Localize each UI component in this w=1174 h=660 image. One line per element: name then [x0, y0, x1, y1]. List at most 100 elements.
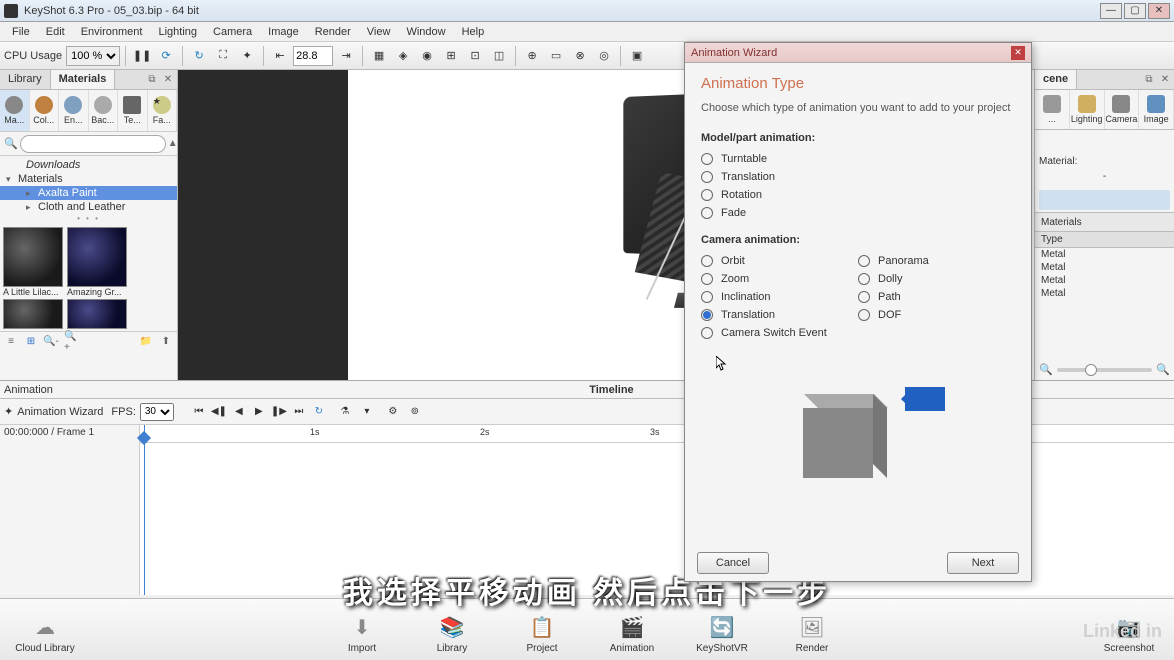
- cancel-button[interactable]: Cancel: [697, 552, 769, 574]
- tree-more[interactable]: • • •: [0, 214, 177, 223]
- menu-image[interactable]: Image: [260, 24, 307, 40]
- radio-dolly[interactable]: Dolly: [858, 270, 1015, 288]
- radio-turntable[interactable]: Turntable: [701, 150, 1015, 168]
- cat-environments[interactable]: En...: [59, 90, 89, 131]
- goto-start-icon[interactable]: ⏮: [190, 403, 208, 421]
- refresh-icon[interactable]: ⟳: [155, 45, 177, 67]
- tool-icon-3[interactable]: ◉: [416, 45, 438, 67]
- thumb-1[interactable]: A Little Lilac...: [2, 227, 64, 297]
- col-type[interactable]: Type: [1035, 232, 1174, 248]
- scene-close-icon[interactable]: ✕: [1158, 72, 1172, 86]
- cat-textures[interactable]: Te...: [118, 90, 148, 131]
- rtab-material[interactable]: ...: [1035, 90, 1070, 129]
- frame-input[interactable]: [293, 46, 333, 66]
- tool-icon-9[interactable]: ⊗: [569, 45, 591, 67]
- zoom-in-icon[interactable]: 🔍+: [64, 335, 78, 349]
- cat-favorites[interactable]: ★Fa...: [148, 90, 178, 131]
- tab-materials[interactable]: Materials: [51, 70, 116, 89]
- tool-icon-5[interactable]: ⊡: [464, 45, 486, 67]
- tree-axalta[interactable]: ▸Axalta Paint: [0, 186, 177, 200]
- fps-select[interactable]: 30: [140, 403, 174, 421]
- menu-window[interactable]: Window: [398, 24, 453, 40]
- step-back-icon[interactable]: ◀❚: [210, 403, 228, 421]
- scene-undock-icon[interactable]: ⧉: [1142, 72, 1156, 86]
- tumble-icon[interactable]: ✦: [236, 45, 258, 67]
- rtab-camera[interactable]: Camera: [1105, 90, 1140, 129]
- zoom-out-icon[interactable]: 🔍-: [44, 335, 58, 349]
- thumb-2[interactable]: Amazing Gr...: [66, 227, 128, 297]
- menu-environment[interactable]: Environment: [73, 24, 151, 40]
- panel-close-icon[interactable]: ✕: [161, 72, 175, 86]
- radio-orbit[interactable]: Orbit: [701, 252, 858, 270]
- minimize-button[interactable]: —: [1100, 3, 1122, 19]
- pause-icon[interactable]: ❚❚: [131, 45, 153, 67]
- animation-button[interactable]: 🎬Animation: [587, 613, 677, 660]
- loop-icon[interactable]: ↻: [310, 403, 328, 421]
- view-list-icon[interactable]: ≡: [4, 335, 18, 349]
- table-row[interactable]: Metal: [1035, 261, 1174, 274]
- dropdown-icon[interactable]: ▾: [358, 403, 376, 421]
- view-grid-icon[interactable]: ⊞: [24, 335, 38, 349]
- tool-icon-4[interactable]: ⊞: [440, 45, 462, 67]
- keyshotvr-button[interactable]: 🔄KeyShotVR: [677, 613, 767, 660]
- menu-camera[interactable]: Camera: [205, 24, 260, 40]
- next-button[interactable]: Next: [947, 552, 1019, 574]
- sub-materials[interactable]: Materials: [1035, 212, 1174, 232]
- search-input[interactable]: [20, 135, 166, 153]
- play-back-icon[interactable]: ◀: [230, 403, 248, 421]
- menu-render[interactable]: Render: [307, 24, 359, 40]
- radio-inclination[interactable]: Inclination: [701, 288, 858, 306]
- radio-dof[interactable]: DOF: [858, 306, 1015, 324]
- filter-anim-icon[interactable]: ⚗: [336, 403, 354, 421]
- tree-downloads[interactable]: Downloads: [0, 158, 177, 172]
- next-frame-icon[interactable]: ⇥: [335, 45, 357, 67]
- radio-camera-switch[interactable]: Camera Switch Event: [701, 324, 858, 342]
- preview-icon[interactable]: ⊚: [406, 403, 424, 421]
- rtab-image[interactable]: Image: [1139, 90, 1174, 129]
- import-button[interactable]: ⬇Import: [317, 613, 407, 660]
- cat-materials[interactable]: Ma...: [0, 90, 30, 131]
- tool-icon-7[interactable]: ⊕: [521, 45, 543, 67]
- playhead[interactable]: [144, 425, 145, 595]
- library-button[interactable]: 📚Library: [407, 613, 497, 660]
- radio-zoom[interactable]: Zoom: [701, 270, 858, 288]
- tool-icon-6[interactable]: ◫: [488, 45, 510, 67]
- tool-icon-10[interactable]: ◎: [593, 45, 615, 67]
- table-row[interactable]: Metal: [1035, 248, 1174, 261]
- cat-colors[interactable]: Col...: [30, 90, 60, 131]
- project-button[interactable]: 📋Project: [497, 613, 587, 660]
- tool-icon-2[interactable]: ◈: [392, 45, 414, 67]
- upload-icon[interactable]: ⬆: [159, 335, 173, 349]
- radio-translation-camera[interactable]: Translation: [701, 306, 858, 324]
- cat-backplates[interactable]: Bac...: [89, 90, 119, 131]
- zoom-slider[interactable]: [1057, 368, 1153, 372]
- thumb-3[interactable]: [2, 299, 64, 329]
- animation-wizard-button[interactable]: ✦ Animation Wizard: [4, 405, 103, 418]
- sort-asc-icon[interactable]: ▲: [168, 136, 178, 152]
- folder-icon[interactable]: 📁: [139, 335, 153, 349]
- tool-icon-11[interactable]: ▣: [626, 45, 648, 67]
- menu-file[interactable]: File: [4, 24, 38, 40]
- render-button[interactable]: 🖼Render: [767, 613, 857, 660]
- tree-materials[interactable]: ▾Materials: [0, 172, 177, 186]
- menu-help[interactable]: Help: [454, 24, 493, 40]
- cpu-usage-select[interactable]: 100 %: [66, 46, 120, 66]
- dialog-close-icon[interactable]: ✕: [1011, 46, 1025, 60]
- table-row[interactable]: Metal: [1035, 287, 1174, 300]
- play-icon[interactable]: ▶: [250, 403, 268, 421]
- radio-path[interactable]: Path: [858, 288, 1015, 306]
- reload-icon[interactable]: ↻: [188, 45, 210, 67]
- cloud-library-button[interactable]: ☁ Cloud Library: [0, 613, 90, 660]
- undock-icon[interactable]: ⧉: [145, 72, 159, 86]
- radio-panorama[interactable]: Panorama: [858, 252, 1015, 270]
- tab-scene[interactable]: cene: [1035, 70, 1077, 89]
- tool-icon-1[interactable]: ▦: [368, 45, 390, 67]
- thumb-4[interactable]: [66, 299, 128, 329]
- menu-edit[interactable]: Edit: [38, 24, 73, 40]
- tab-library[interactable]: Library: [0, 70, 51, 89]
- rtab-lighting[interactable]: Lighting: [1070, 90, 1105, 129]
- tool-icon-8[interactable]: ▭: [545, 45, 567, 67]
- goto-end-icon[interactable]: ⏭: [290, 403, 308, 421]
- table-row[interactable]: Metal: [1035, 274, 1174, 287]
- maximize-button[interactable]: ▢: [1124, 3, 1146, 19]
